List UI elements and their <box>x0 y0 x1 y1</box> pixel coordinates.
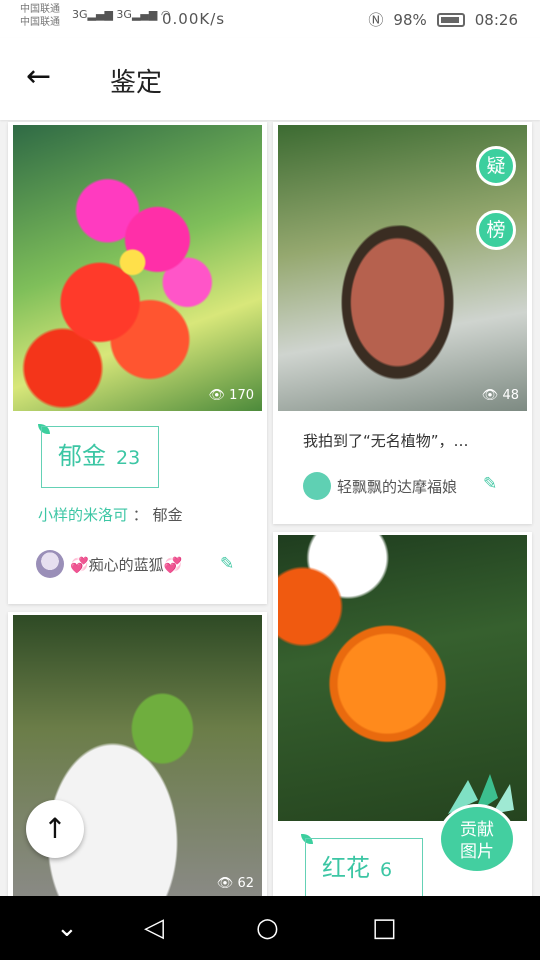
arrow-up-icon: ↑ <box>43 812 67 845</box>
clock: 08:26 <box>474 10 518 29</box>
card-4-tag-name: 红花 <box>322 854 370 882</box>
identify-card-1[interactable]: 👁 170 郁金 23 小样的米洛可 ： 郁金 💞痴心的蓝狐💞 ✎ <box>8 122 267 604</box>
status-bar: 中国联通 中国联通 3G▂▄▆ 3G▂▄▆ ◠ 0.00K/s Ⓝ 98% 08… <box>0 0 540 38</box>
card-4-tag-count: 6 <box>380 859 393 881</box>
app-bar: ← 鉴定 <box>0 38 540 120</box>
card-2-view-count: 48 <box>502 388 519 403</box>
card-1-author-row[interactable]: 💞痴心的蓝狐💞 <box>36 550 182 578</box>
card-3-view-count: 62 <box>237 876 254 891</box>
status-right: Ⓝ 98% 08:26 <box>368 9 518 30</box>
carrier-2: 中国联通 <box>20 17 60 28</box>
eye-icon: 👁 <box>208 388 226 403</box>
card-2-description: 我拍到了“无名植物”，… <box>303 432 469 450</box>
system-nav-bar: ⌄ ◁ ○ □ <box>0 896 540 960</box>
pencil-icon[interactable]: ✎ <box>220 554 234 574</box>
card-2-views: 👁 48 <box>482 388 519 403</box>
card-1-photo[interactable]: 👁 170 <box>13 125 262 411</box>
card-1-author: 💞痴心的蓝狐💞 <box>70 555 183 574</box>
card-1-tag[interactable]: 郁金 23 <box>41 426 159 488</box>
rank-badge-button[interactable]: 榜 <box>476 210 516 250</box>
card-1-answer-user[interactable]: 小样的米洛可 <box>38 506 128 524</box>
signal-1-label: 3G <box>72 8 88 21</box>
signal-indicators: 3G▂▄▆ 3G▂▄▆ ◠ <box>72 8 171 21</box>
identify-card-3[interactable]: 👁 62 <box>8 612 267 912</box>
card-1-answer: 小样的米洛可 ： 郁金 <box>38 504 183 525</box>
back-to-top-button[interactable]: ↑ <box>26 800 84 858</box>
card-1-tag-name: 郁金 <box>58 442 106 470</box>
nav-back-icon[interactable]: ◁ <box>144 910 164 946</box>
back-arrow-icon[interactable]: ← <box>26 60 60 94</box>
nav-recents-icon[interactable]: □ <box>372 910 397 946</box>
signal-2-label: 3G <box>116 8 132 21</box>
page-title: 鉴定 <box>110 68 163 98</box>
contribute-photo-button[interactable]: 贡献 图片 <box>432 770 524 878</box>
battery-icon <box>436 12 465 27</box>
card-1-answer-text: 郁金 <box>152 506 183 524</box>
contribute-label: 贡献 图片 <box>438 804 516 874</box>
card-2-author: 轻飘飘的达摩福娘 <box>337 477 458 496</box>
card-4-tag[interactable]: 红花 6 <box>305 838 423 904</box>
card-3-views: 👁 62 <box>217 876 254 891</box>
net-speed: 0.00K/s <box>162 10 226 28</box>
nav-home-icon[interactable]: ○ <box>256 910 279 946</box>
eye-icon: 👁 <box>216 876 234 891</box>
battery-percent: 98% <box>393 10 427 29</box>
card-1-tag-count: 23 <box>116 447 141 469</box>
carrier-1: 中国联通 <box>20 4 60 15</box>
nfc-icon: Ⓝ <box>368 11 384 29</box>
user-icon <box>303 472 331 500</box>
card-2-author-row[interactable]: 轻飘飘的达摩福娘 <box>303 472 457 500</box>
chevron-down-icon[interactable]: ⌄ <box>56 910 78 946</box>
eye-icon: 👁 <box>481 388 499 403</box>
pencil-icon[interactable]: ✎ <box>483 474 497 494</box>
card-1-views: 👁 170 <box>209 388 254 403</box>
carrier-names: 中国联通 中国联通 <box>20 3 60 29</box>
avatar <box>36 550 64 578</box>
doubt-badge-button[interactable]: 疑 <box>476 146 516 186</box>
card-1-answer-sep: ： <box>132 506 148 524</box>
card-1-view-count: 170 <box>229 388 254 403</box>
